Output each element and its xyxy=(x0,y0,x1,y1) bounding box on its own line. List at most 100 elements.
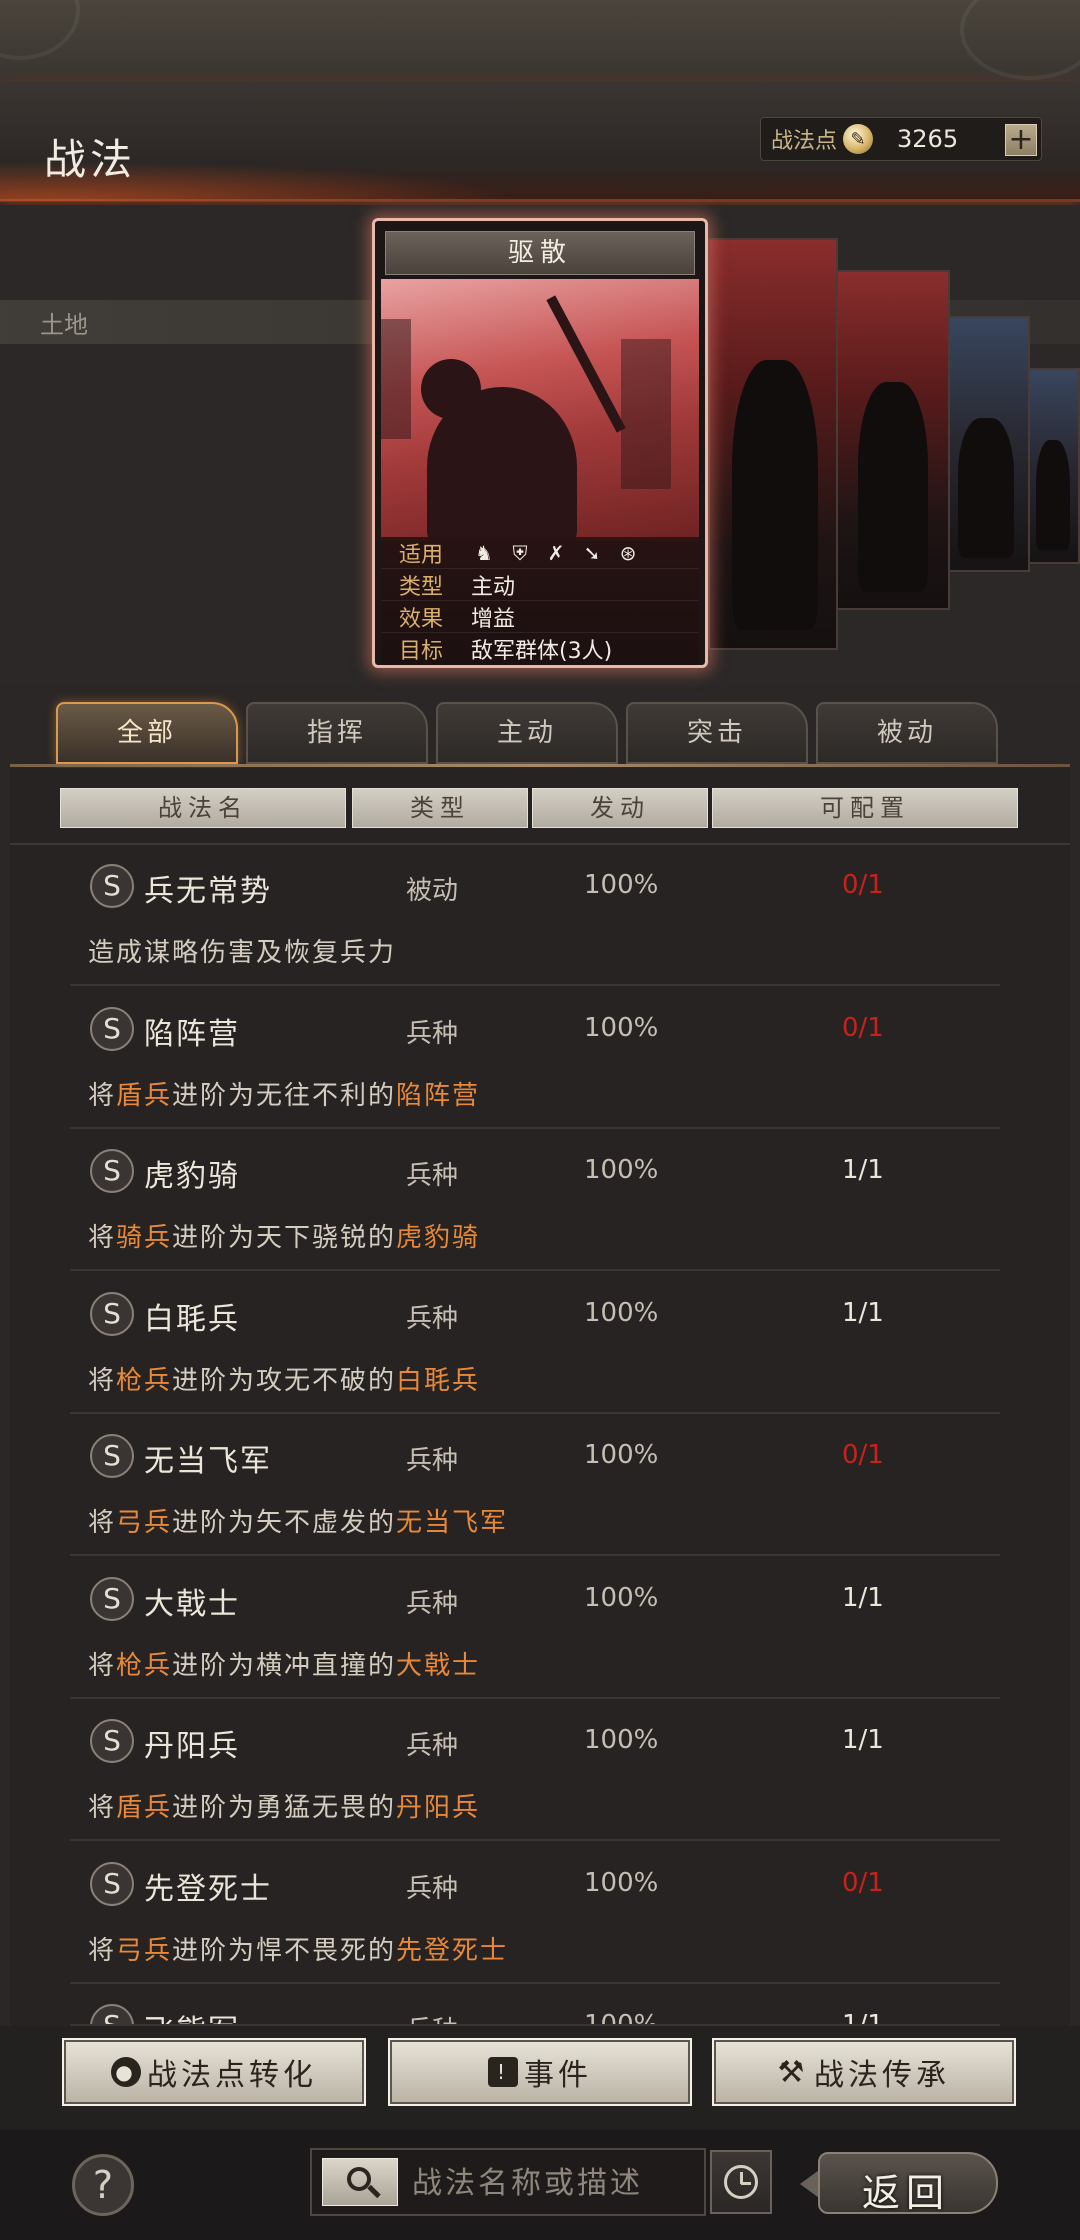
tactic-rate: 100% xyxy=(584,1012,659,1043)
points-label: 战法点 xyxy=(771,129,838,154)
description-text: 进阶为无往不利的 xyxy=(172,1080,397,1111)
info-value: 敌军群体(3人) xyxy=(471,639,613,664)
highlight-text: 陷阵营 xyxy=(396,1080,481,1111)
row-divider xyxy=(70,1554,1000,1556)
tactic-row[interactable]: S飞熊军兵种100%1/1 xyxy=(70,1986,1000,2026)
tactic-name: 丹阳兵 xyxy=(144,1729,240,1764)
highlight-text: 丹阳兵 xyxy=(396,1793,481,1823)
tactic-name: 白毦兵 xyxy=(144,1301,240,1337)
highlight-text: 弓兵 xyxy=(116,1508,173,1538)
tactic-points-display: 战法点 ✎ 3265 + xyxy=(760,117,1042,161)
column-header-name[interactable]: 战法名 xyxy=(60,788,346,828)
card-thumb[interactable] xyxy=(836,270,950,610)
card-thumb[interactable] xyxy=(946,316,1030,572)
tactic-description: 将弓兵进阶为悍不畏死的先登死士 xyxy=(88,1930,508,1967)
search-input[interactable] xyxy=(412,2160,698,2206)
tactic-row[interactable]: S 先登死士 兵种 100% 0/1 将弓兵进阶为悍不畏死的先登死士 xyxy=(70,1844,1000,1984)
tactic-rate: 100% xyxy=(584,1725,659,1755)
row-divider xyxy=(70,1269,1000,1271)
column-header-type[interactable]: 类型 xyxy=(352,788,528,828)
tactic-description: 将枪兵进阶为攻无不破的白毦兵 xyxy=(88,1360,480,1397)
tactic-row[interactable]: S 白毦兵 兵种 100% 1/1 将枪兵进阶为攻无不破的白毦兵 xyxy=(70,1274,1000,1414)
highlight-text: 无当飞军 xyxy=(396,1508,509,1538)
description-text: 造成谋略伤害及恢复兵力 xyxy=(88,938,397,968)
back-button[interactable]: 返回 xyxy=(800,2148,1006,2218)
divider xyxy=(10,843,1070,845)
search-bar xyxy=(310,2148,706,2216)
spear-icon: ➘ xyxy=(583,540,601,565)
card-thumb[interactable] xyxy=(708,238,838,650)
inherit-tactic-label: 战法传承 xyxy=(814,2058,950,2093)
tactic-row[interactable]: S 兵无常势 被动 100% 0/1 造成谋略伤害及恢复兵力 xyxy=(70,846,1000,986)
help-button[interactable]: ? xyxy=(72,2154,134,2216)
tab-active[interactable]: 主动 xyxy=(436,702,618,764)
tactic-name: 大戟士 xyxy=(144,1586,240,1622)
top-band xyxy=(0,0,1080,82)
tactic-description: 将骑兵进阶为天下骁锐的虎豹骑 xyxy=(88,1217,480,1254)
tactic-name: 兵无常势 xyxy=(144,874,272,909)
tactic-type: 被动 xyxy=(406,876,459,906)
back-label: 返回 xyxy=(862,2171,951,2215)
shield-icon: ⛨ xyxy=(512,540,528,565)
tactic-rate: 100% xyxy=(584,1867,659,1898)
highlight-text: 盾兵 xyxy=(116,1793,173,1823)
tactic-type: 兵种 xyxy=(406,1588,459,1619)
inherit-tactic-button[interactable]: ⚒ 战法传承 xyxy=(712,2038,1016,2106)
description-text: 进阶为横冲直撞的 xyxy=(172,1650,397,1681)
tactic-slots: 1/1 xyxy=(842,1582,884,1613)
tactic-row[interactable]: S 大戟士 兵种 100% 1/1 将枪兵进阶为横冲直撞的大戟士 xyxy=(70,1559,1000,1699)
grade-badge: S xyxy=(90,864,134,908)
selected-tactic-card[interactable]: 驱散 适用 ♞ ⛨ ✗ ➘ ⊛ 类型 主动 效果 增益 目标 敌军群体(3人) xyxy=(372,218,708,668)
description-text: 将 xyxy=(88,1935,117,1966)
tactic-slots: 0/1 xyxy=(842,870,884,900)
tactic-row[interactable]: S 丹阳兵 兵种 100% 1/1 将盾兵进阶为勇猛无畏的丹阳兵 xyxy=(70,1701,1000,1841)
highlight-text: 枪兵 xyxy=(116,1365,173,1396)
tactic-type: 兵种 xyxy=(406,1731,459,1761)
tactic-name: 虎豹骑 xyxy=(144,1159,240,1194)
tab-command[interactable]: 指挥 xyxy=(246,702,428,764)
row-divider xyxy=(70,1981,1000,1984)
row-divider xyxy=(70,1839,1000,1841)
tactic-description: 将盾兵进阶为无往不利的陷阵营 xyxy=(88,1075,480,1112)
events-button[interactable]: ! 事件 xyxy=(388,2038,692,2106)
highlight-text: 骑兵 xyxy=(116,1223,173,1253)
convert-points-button[interactable]: ● 战法点转化 xyxy=(62,2038,366,2106)
highlight-text: 盾兵 xyxy=(116,1080,173,1111)
description-text: 进阶为悍不畏死的 xyxy=(172,1935,397,1966)
tactic-row[interactable]: S 虎豹骑 兵种 100% 1/1 将骑兵进阶为天下骁锐的虎豹骑 xyxy=(70,1131,1000,1271)
row-divider xyxy=(70,1126,1000,1129)
description-text: 将 xyxy=(88,1365,117,1396)
tactic-row[interactable]: S 陷阵营 兵种 100% 0/1 将盾兵进阶为无往不利的陷阵营 xyxy=(70,989,1000,1129)
bow-icon: ✗ xyxy=(547,540,565,565)
drop-icon: ● xyxy=(111,2057,141,2087)
tab-all[interactable]: 全部 xyxy=(56,702,238,764)
cavalry-icon: ♞ xyxy=(475,540,493,565)
row-divider xyxy=(70,984,1000,986)
tactic-name: 无当飞军 xyxy=(144,1444,272,1479)
card-thumb[interactable] xyxy=(1026,368,1080,564)
tactic-type: 兵种 xyxy=(406,1303,459,1334)
description-text: 进阶为天下骁锐的 xyxy=(172,1223,397,1253)
tactic-rate: 100% xyxy=(584,1155,659,1185)
tactic-slots: 1/1 xyxy=(842,1725,884,1755)
description-text: 将 xyxy=(88,1793,117,1823)
description-text: 将 xyxy=(88,1080,117,1111)
column-header-rate[interactable]: 发动 xyxy=(532,788,708,828)
tactic-type: 兵种 xyxy=(406,1161,459,1191)
description-text: 将 xyxy=(88,1223,117,1253)
grade-badge: S xyxy=(90,1291,134,1336)
history-clock-icon[interactable] xyxy=(710,2150,772,2214)
tab-assault[interactable]: 突击 xyxy=(626,702,808,764)
add-points-button[interactable]: + xyxy=(1005,124,1037,156)
land-label: 土地 xyxy=(40,311,88,339)
search-icon[interactable] xyxy=(322,2158,398,2206)
column-header-slots[interactable]: 可配置 xyxy=(712,788,1018,828)
description-text: 将 xyxy=(88,1650,117,1681)
points-coin-icon: ✎ xyxy=(843,124,874,154)
row-divider xyxy=(70,1696,1000,1699)
info-key: 类型 xyxy=(398,574,443,600)
highlight-text: 弓兵 xyxy=(116,1935,173,1966)
card-art xyxy=(381,279,699,541)
tab-passive[interactable]: 被动 xyxy=(816,702,998,764)
tactic-row[interactable]: S 无当飞军 兵种 100% 0/1 将弓兵进阶为矢不虚发的无当飞军 xyxy=(70,1416,1000,1556)
